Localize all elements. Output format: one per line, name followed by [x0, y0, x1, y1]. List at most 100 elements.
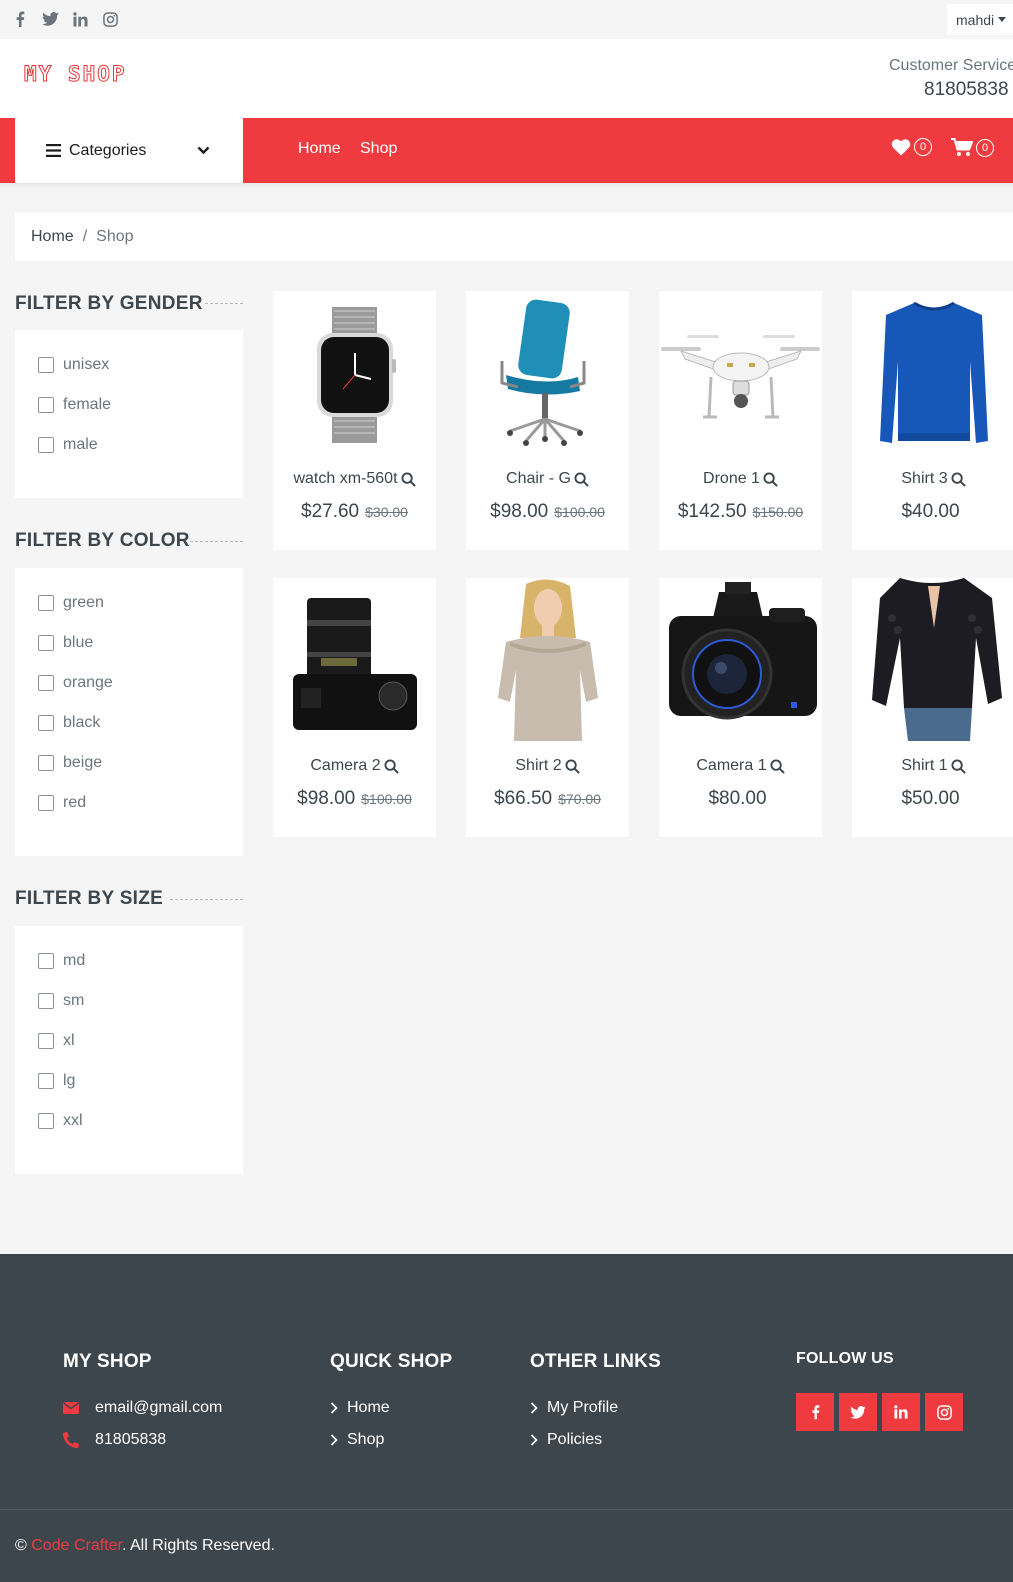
filter-size-option[interactable]: lg: [38, 1072, 75, 1090]
product-name-text: Shirt 3: [901, 470, 948, 487]
categories-toggle[interactable]: Categories: [15, 118, 243, 183]
filter-color-option[interactable]: orange: [38, 674, 113, 692]
product-card[interactable]: watch xm-560t $27.60 $30.00: [273, 291, 436, 550]
cart-button[interactable]: 0: [951, 138, 994, 157]
checkbox[interactable]: [38, 595, 54, 611]
product-name[interactable]: Chair - G: [466, 470, 629, 488]
user-menu-dropdown[interactable]: mahdi: [947, 4, 1013, 35]
footer-quickshop-title: QUICK SHOP: [330, 1351, 453, 1372]
product-image-sweater[interactable]: [852, 291, 1013, 454]
footer-link-my-profile[interactable]: My Profile: [530, 1399, 618, 1417]
filter-gender-option[interactable]: male: [38, 436, 98, 454]
footer-twitter-button[interactable]: [839, 1393, 877, 1431]
twitter-icon[interactable]: [41, 10, 59, 28]
filter-gender-option[interactable]: female: [38, 396, 111, 414]
checkbox[interactable]: [38, 953, 54, 969]
checkbox[interactable]: [38, 675, 54, 691]
product-image-woman-sweater[interactable]: [466, 578, 629, 741]
footer-phone-text: 81805838: [95, 1431, 167, 1448]
linkedin-icon[interactable]: [71, 10, 89, 28]
filter-size-option[interactable]: xl: [38, 1032, 75, 1050]
checkbox[interactable]: [38, 993, 54, 1009]
instagram-icon[interactable]: [101, 10, 119, 28]
breadcrumb-current: Shop: [96, 228, 134, 245]
wishlist-button[interactable]: 0: [891, 138, 932, 156]
product-name[interactable]: Shirt 3: [852, 470, 1013, 488]
checkbox[interactable]: [38, 437, 54, 453]
search-icon[interactable]: [770, 758, 785, 774]
footer-link-home[interactable]: Home: [330, 1399, 390, 1417]
product-name-text: Shirt 2: [515, 757, 562, 774]
search-icon[interactable]: [951, 758, 966, 774]
checkbox[interactable]: [38, 357, 54, 373]
filter-size-option[interactable]: sm: [38, 992, 84, 1010]
product-card[interactable]: Camera 2 $98.00 $100.00: [273, 578, 436, 837]
product-card[interactable]: Camera 1 $80.00: [659, 578, 822, 837]
nav-link-shop[interactable]: Shop: [360, 140, 397, 158]
checkbox[interactable]: [38, 635, 54, 651]
product-card[interactable]: Chair - G $98.00 $100.00: [466, 291, 629, 550]
filter-color-divider: [190, 541, 243, 542]
price-current: $142.50: [677, 501, 747, 522]
breadcrumb-home[interactable]: Home: [31, 228, 74, 246]
footer-email[interactable]: email@gmail.com: [63, 1399, 222, 1417]
product-image-camera-2[interactable]: [273, 578, 436, 741]
product-image-watch[interactable]: [273, 291, 436, 454]
checkbox[interactable]: [38, 397, 54, 413]
checkbox[interactable]: [38, 715, 54, 731]
checkbox[interactable]: [38, 795, 54, 811]
linkedin-icon: [894, 1405, 908, 1419]
footer-link-shop[interactable]: Shop: [330, 1431, 384, 1449]
filter-gender-option[interactable]: unisex: [38, 356, 109, 374]
filter-color-option[interactable]: black: [38, 714, 100, 732]
product-card[interactable]: Shirt 1 $50.00: [852, 578, 1013, 837]
product-card[interactable]: Shirt 3 $40.00: [852, 291, 1013, 550]
product-image-chair[interactable]: [466, 291, 629, 454]
footer-linkedin-button[interactable]: [882, 1393, 920, 1431]
footer-otherlinks-title: OTHER LINKS: [530, 1351, 661, 1372]
facebook-icon[interactable]: [11, 10, 29, 28]
checkbox[interactable]: [38, 1033, 54, 1049]
filter-size-option[interactable]: xxl: [38, 1112, 83, 1130]
filter-color-option[interactable]: beige: [38, 754, 102, 772]
filter-color-option[interactable]: green: [38, 594, 104, 612]
product-image-camera-1[interactable]: [659, 578, 822, 741]
filter-size-option[interactable]: md: [38, 952, 85, 970]
product-price: $40.00: [852, 501, 1013, 523]
filter-color-option[interactable]: red: [38, 794, 86, 812]
search-icon[interactable]: [951, 471, 966, 487]
search-icon[interactable]: [565, 758, 580, 774]
filter-gender-panel: unisex female male: [15, 330, 243, 498]
nav-link-home[interactable]: Home: [298, 140, 341, 158]
search-icon[interactable]: [763, 471, 778, 487]
search-icon[interactable]: [400, 471, 416, 487]
checkbox[interactable]: [38, 1113, 54, 1129]
option-label: blue: [63, 634, 94, 651]
footer-instagram-button[interactable]: [925, 1393, 963, 1431]
product-name[interactable]: Drone 1: [659, 470, 822, 488]
product-image-black-blouse[interactable]: [852, 578, 1013, 741]
product-name[interactable]: Camera 1: [659, 757, 822, 775]
option-label: xl: [63, 1032, 75, 1049]
product-price: $98.00 $100.00: [273, 788, 436, 810]
product-name[interactable]: watch xm-560t: [273, 470, 436, 488]
product-name[interactable]: Shirt 1: [852, 757, 1013, 775]
product-card[interactable]: Drone 1 $142.50 $150.00: [659, 291, 822, 550]
footer-link-policies[interactable]: Policies: [530, 1431, 602, 1449]
search-icon[interactable]: [574, 471, 589, 487]
product-name[interactable]: Camera 2: [273, 757, 436, 775]
product-card[interactable]: Shirt 2 $66.50 $70.00: [466, 578, 629, 837]
product-image-drone[interactable]: [659, 291, 822, 454]
search-icon[interactable]: [384, 758, 399, 774]
product-name[interactable]: Shirt 2: [466, 757, 629, 775]
filter-gender-divider: [205, 303, 243, 304]
bars-icon: [46, 144, 61, 157]
footer-email-text: email@gmail.com: [95, 1399, 223, 1416]
copyright-brand-link[interactable]: Code Crafter: [31, 1537, 122, 1554]
filter-color-option[interactable]: blue: [38, 634, 93, 652]
footer-facebook-button[interactable]: [796, 1393, 834, 1431]
product-name-text: Drone 1: [703, 470, 760, 487]
checkbox[interactable]: [38, 1073, 54, 1089]
checkbox[interactable]: [38, 755, 54, 771]
site-logo[interactable]: MY SHOP: [24, 62, 127, 87]
